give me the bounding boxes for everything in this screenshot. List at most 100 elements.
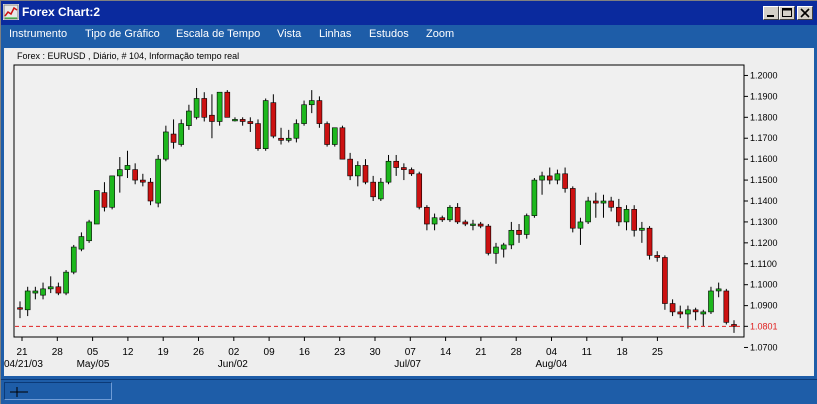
candle-up (470, 223, 476, 226)
chart-panel[interactable]: Forex : EURUSD , Diário, # 104, Informaç… (4, 48, 814, 376)
candle-up (178, 123, 185, 145)
candle-down (477, 223, 484, 227)
y-tick-label: 1.1700 (750, 133, 778, 143)
candle-down (654, 255, 661, 258)
candle-up (93, 190, 100, 225)
candle-up (117, 169, 123, 177)
candle-down (692, 309, 699, 313)
close-button[interactable] (797, 6, 813, 20)
x-day-label: 09 (264, 347, 276, 358)
x-axis: 21 28 05 12 19 26 02 09 16 23 30 07 14 21 28 04 11 18 25 04… (4, 337, 663, 370)
candle-down (370, 181, 376, 198)
candle-down (316, 100, 323, 124)
x-day-label: 26 (193, 347, 205, 358)
candle-up (40, 288, 46, 296)
minimize-button[interactable] (763, 6, 779, 20)
candle-up (639, 227, 645, 231)
candle-up (124, 165, 131, 170)
candle-down (347, 158, 353, 177)
x-day-label: 04 (546, 347, 558, 358)
candle-down (255, 123, 261, 149)
candle-up (109, 175, 115, 208)
candle-down (401, 167, 407, 170)
candle-up (186, 110, 192, 126)
candle-down (593, 200, 599, 204)
menu-linhas[interactable]: Linhas (319, 28, 351, 40)
candle-down (462, 221, 469, 225)
candle-down (17, 307, 23, 310)
y-tick-label: 1.0700 (750, 342, 778, 352)
x-day-label: 05 (87, 347, 99, 358)
candlestick-chart[interactable]: 1.2000 1.1900 1.1800 1.1700 1.1600 1.1500 1.14… (4, 48, 814, 376)
candle-down (454, 206, 461, 223)
x-month-label: 04/21/03 (4, 359, 43, 370)
candle-up (163, 131, 169, 160)
close-icon (800, 8, 810, 18)
candle-up (493, 246, 499, 254)
x-day-label: 07 (405, 347, 417, 358)
candle-down (516, 229, 522, 235)
candle-down (485, 225, 492, 254)
candle-up (539, 175, 545, 181)
candle-down (209, 114, 215, 122)
y-tick-label: 1.1800 (750, 112, 778, 122)
title-bar[interactable]: Forex Chart:2 (1, 1, 817, 25)
candle-up (508, 229, 515, 246)
y-tick-label: 1.1500 (750, 175, 778, 185)
candle-up (715, 288, 722, 292)
status-bar (1, 379, 817, 404)
candle-down (631, 209, 637, 231)
menu-zoom[interactable]: Zoom (426, 28, 454, 40)
candle-down (608, 200, 614, 208)
candle-up (193, 98, 200, 118)
candle-up (331, 127, 338, 145)
forex-chart-window: Forex Chart:2 Instrumento Tipo de Gráfic… (0, 0, 817, 404)
menu-vista[interactable]: Vista (277, 28, 301, 40)
menu-estudos[interactable]: Estudos (369, 28, 409, 40)
x-day-label: 21 (475, 347, 487, 358)
candle-down (170, 133, 177, 143)
x-day-label: 02 (228, 347, 240, 358)
candle-up (262, 100, 269, 149)
candle-down (339, 127, 346, 160)
y-tick-label: 1.1200 (750, 238, 778, 248)
candle-up (500, 244, 507, 250)
candle-down (270, 102, 277, 137)
candle-up (63, 271, 69, 294)
x-month-label: Aug/04 (536, 359, 568, 370)
candle-down (55, 286, 62, 294)
candle-down (424, 206, 430, 225)
x-day-label: 28 (511, 347, 523, 358)
candle-down (616, 206, 622, 223)
candle-up (554, 173, 561, 181)
maximize-button[interactable] (779, 6, 795, 20)
y-axis: 1.2000 1.1900 1.1800 1.1700 1.1600 1.1500 1.14… (744, 70, 778, 352)
y-tick-label: 1.1100 (750, 259, 777, 269)
x-day-label: 21 (16, 347, 28, 358)
menu-tipo-de-grafico[interactable]: Tipo de Gráfico (85, 28, 160, 40)
y-tick-label: 1.2000 (750, 70, 778, 80)
x-day-label: 23 (334, 347, 346, 358)
chart-frame: Forex : EURUSD , Diário, # 104, Informaç… (1, 45, 817, 379)
candle-down (669, 303, 676, 313)
candle-up (308, 100, 315, 106)
y-tick-label: 1.1900 (750, 91, 778, 101)
candle-down (439, 217, 446, 221)
candle-up (531, 179, 538, 216)
candle-down (723, 290, 730, 323)
candle-down (662, 257, 668, 304)
candle-up (447, 206, 453, 221)
menu-escala-de-tempo[interactable]: Escala de Tempo (176, 28, 260, 40)
candle-down (646, 227, 653, 256)
chart-app-icon (3, 4, 19, 20)
menu-instrumento[interactable]: Instrumento (9, 28, 67, 40)
maximize-icon (782, 8, 792, 17)
candle-down (546, 175, 553, 181)
status-tool-cell[interactable] (4, 382, 112, 400)
plot-area (13, 64, 745, 338)
candle-up (600, 200, 607, 204)
candle-up (355, 165, 361, 177)
candle-up (431, 217, 438, 225)
candle-up (685, 309, 691, 315)
candle-down (362, 165, 369, 183)
